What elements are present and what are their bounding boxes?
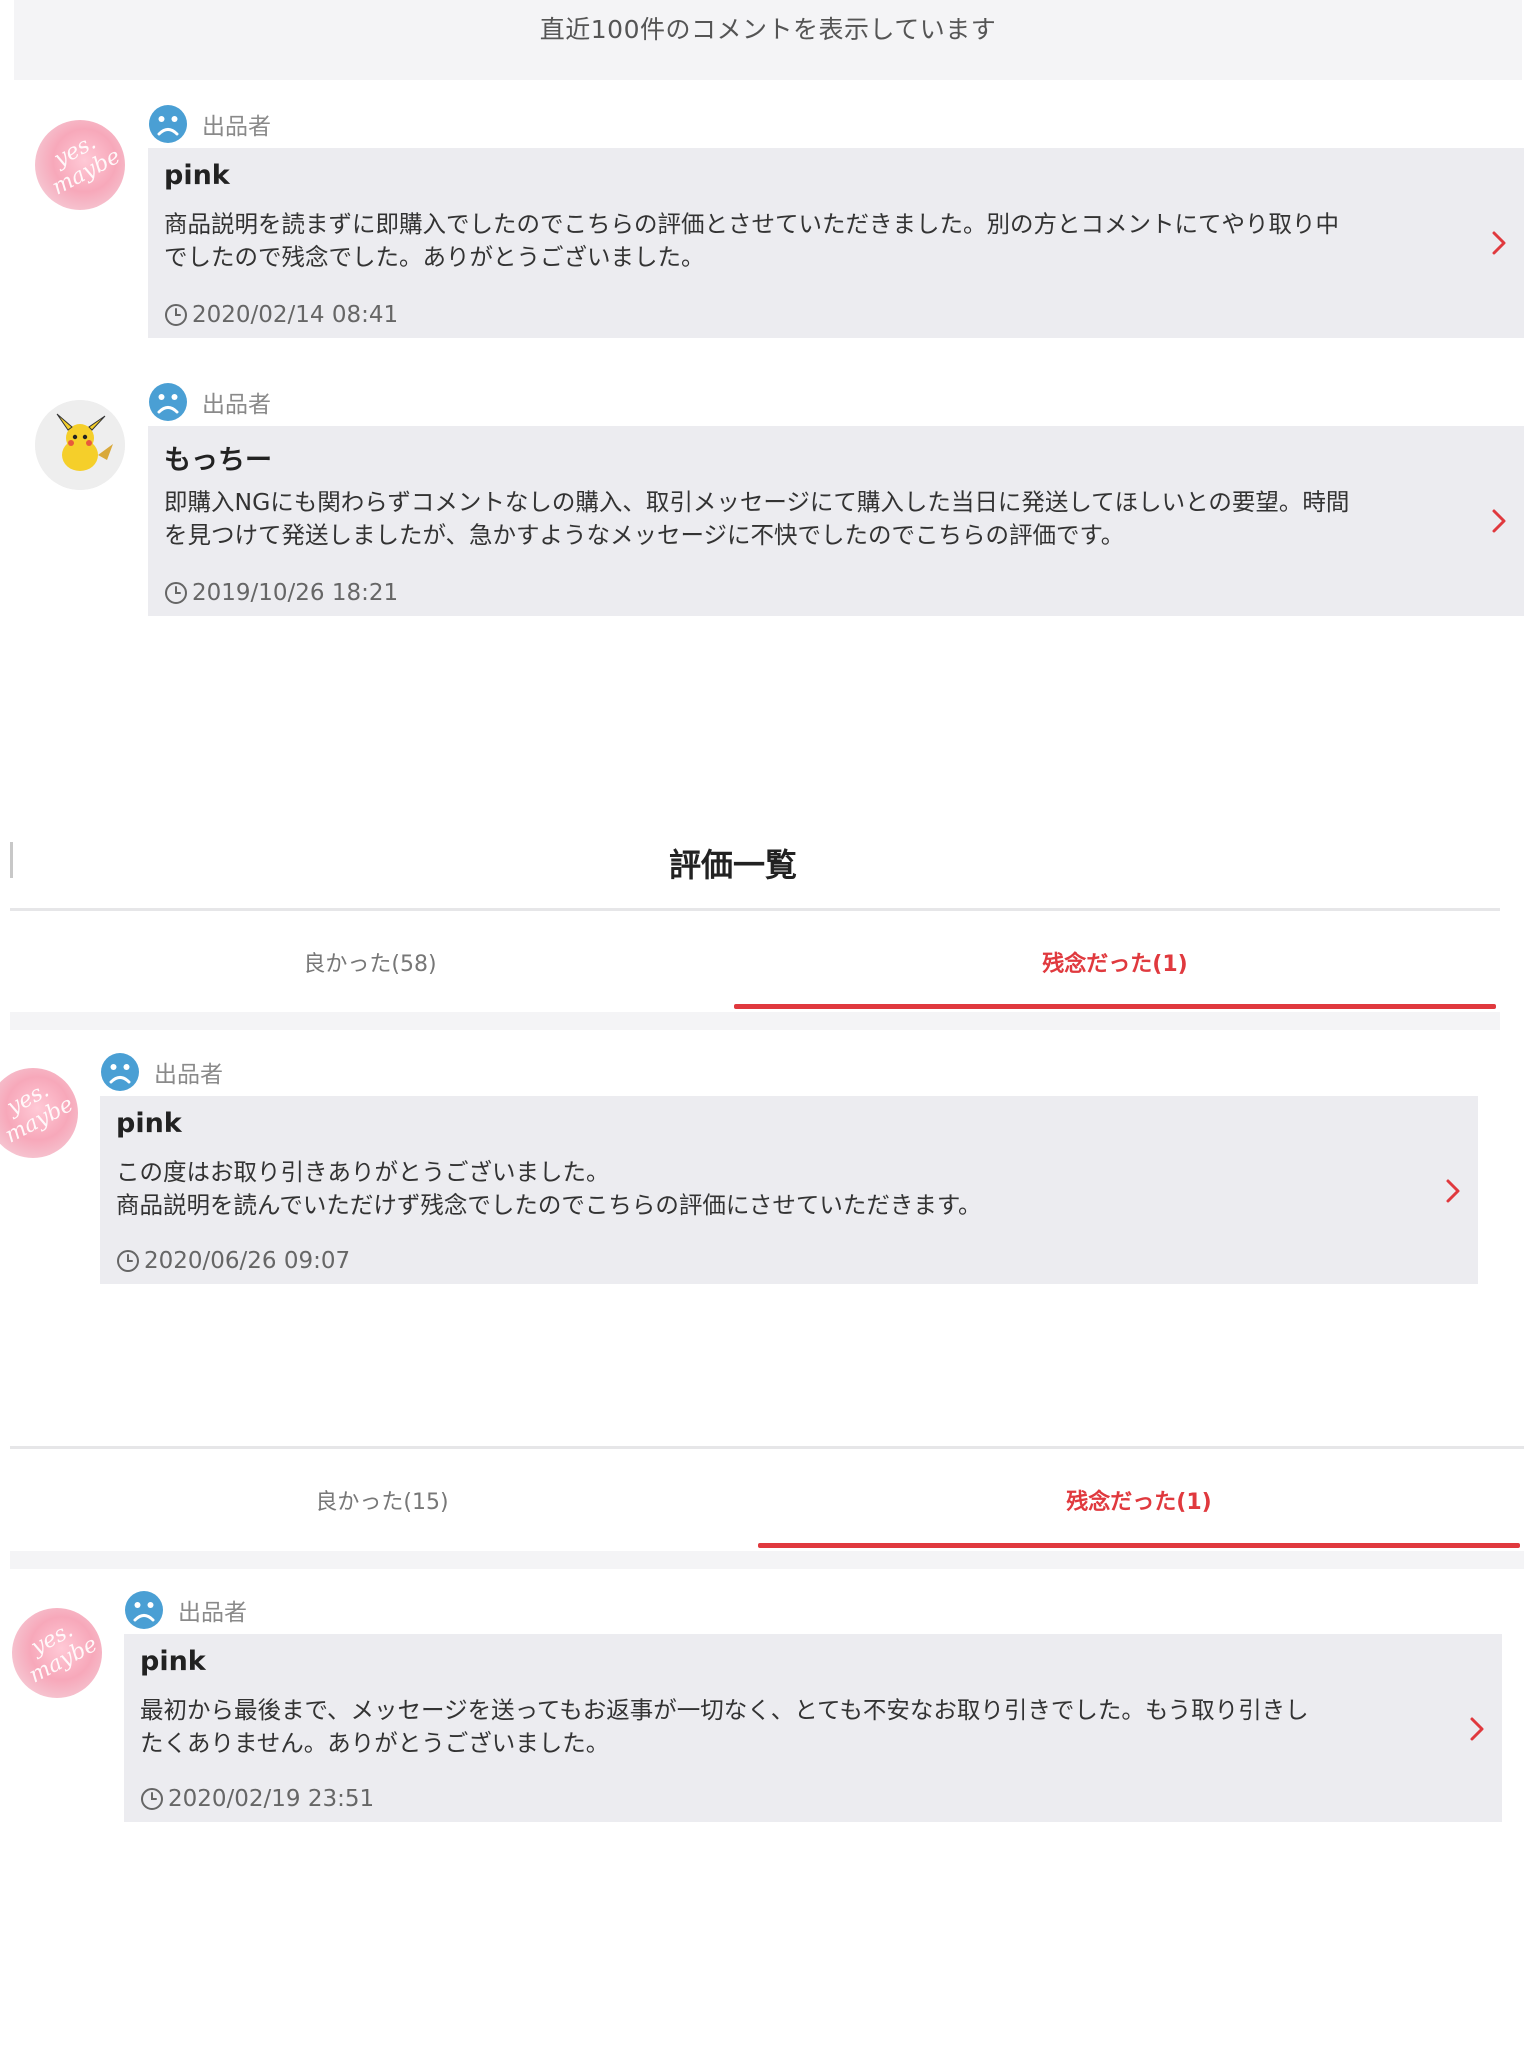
avatar[interactable]: yes. maybe (12, 1608, 102, 1698)
role-label: 出品者 (178, 1600, 247, 1626)
tab-bad[interactable]: 残念だった(1) (730, 946, 1500, 978)
clock-icon (165, 304, 187, 326)
comment-count-banner: 直近100件のコメントを表示しています (14, 0, 1522, 80)
avatar-script-text: yes. maybe (1, 1077, 78, 1149)
chevron-right-icon[interactable] (1466, 1714, 1488, 1744)
avatar[interactable] (35, 400, 125, 490)
active-tab-indicator (734, 1004, 1496, 1009)
clock-icon (165, 582, 187, 604)
tab-bad[interactable]: 残念だった(1) (754, 1484, 1524, 1516)
avatar-script-text: yes. maybe (48, 129, 125, 201)
avatar-script-text: yes. maybe (25, 1617, 102, 1689)
section-strip (10, 1551, 1524, 1569)
review-comment: 即購入NGにも関わらずコメントなしの購入、取引メッセージにて購入した当日に発送し… (164, 488, 1350, 549)
reviewer-name[interactable]: pink (116, 1108, 182, 1139)
review-date: 2020/02/14 08:41 (164, 300, 398, 330)
review-date-text: 2020/02/14 08:41 (192, 302, 399, 328)
section-strip (10, 1012, 1500, 1030)
clock-icon (141, 1788, 163, 1810)
reviewer-role: 出品者 (148, 104, 271, 144)
pikachu-icon (35, 400, 125, 490)
review-date-text: 2019/10/26 18:21 (192, 580, 399, 606)
review-bubble[interactable]: pink この度はお取り引きありがとうございました。 商品説明を読んでいただけず… (100, 1096, 1478, 1284)
review-comment: 商品説明を読まずに即購入でしたのでこちらの評価とさせていただきました。別の方とコ… (164, 210, 1339, 271)
tab-good[interactable]: 良かった(15) (10, 1484, 754, 1516)
review-bubble[interactable]: もっちー 即購入NGにも関わらずコメントなしの購入、取引メッセージにて購入した当… (148, 426, 1524, 616)
sad-face-icon (125, 1591, 163, 1629)
review-bubble[interactable]: pink 商品説明を読まずに即購入でしたのでこちらの評価とさせていただきました。… (148, 148, 1524, 338)
review-date: 2019/10/26 18:21 (164, 578, 398, 608)
role-label: 出品者 (154, 1062, 223, 1088)
header-divider (10, 1446, 1524, 1449)
reviewer-role: 出品者 (148, 382, 271, 422)
rating-tabs: 良かった(58) 残念だった(1) (10, 946, 1500, 978)
role-label: 出品者 (202, 392, 271, 418)
review-date: 2020/06/26 09:07 (116, 1246, 350, 1276)
chevron-right-icon[interactable] (1488, 228, 1510, 258)
reviewer-name[interactable]: もっちー (164, 438, 272, 477)
tab-good[interactable]: 良かった(58) (10, 946, 730, 978)
review-comment: この度はお取り引きありがとうございました。 商品説明を読んでいただけず残念でした… (116, 1158, 982, 1219)
reviewer-name[interactable]: pink (164, 160, 230, 191)
page-title: 評価一覧 (668, 846, 797, 884)
review-date-text: 2020/06/26 09:07 (144, 1248, 351, 1274)
chevron-right-icon[interactable] (1442, 1176, 1464, 1206)
sad-face-icon (149, 105, 187, 143)
review-comment: 最初から最後まで、メッセージを送ってもお返事が一切なく、とても不安なお取り引きで… (140, 1696, 1309, 1757)
review-date: 2020/02/19 23:51 (140, 1784, 374, 1814)
sad-face-icon (101, 1053, 139, 1091)
role-label: 出品者 (202, 114, 271, 140)
banner-text: 直近100件のコメントを表示しています (539, 15, 997, 44)
sad-face-icon (149, 383, 187, 421)
review-date-text: 2020/02/19 23:51 (168, 1786, 375, 1812)
chevron-right-icon[interactable] (1488, 506, 1510, 536)
reviewer-role: 出品者 (100, 1052, 223, 1092)
avatar[interactable]: yes. maybe (0, 1068, 78, 1158)
clock-icon (117, 1250, 139, 1272)
avatar[interactable]: yes. maybe (35, 120, 125, 210)
active-tab-indicator (758, 1543, 1520, 1548)
rating-tabs: 良かった(15) 残念だった(1) (10, 1484, 1524, 1516)
review-bubble[interactable]: pink 最初から最後まで、メッセージを送ってもお返事が一切なく、とても不安なお… (124, 1634, 1502, 1822)
reviewer-name[interactable]: pink (140, 1646, 206, 1677)
header-divider (10, 908, 1500, 911)
reviewer-role: 出品者 (124, 1590, 247, 1630)
